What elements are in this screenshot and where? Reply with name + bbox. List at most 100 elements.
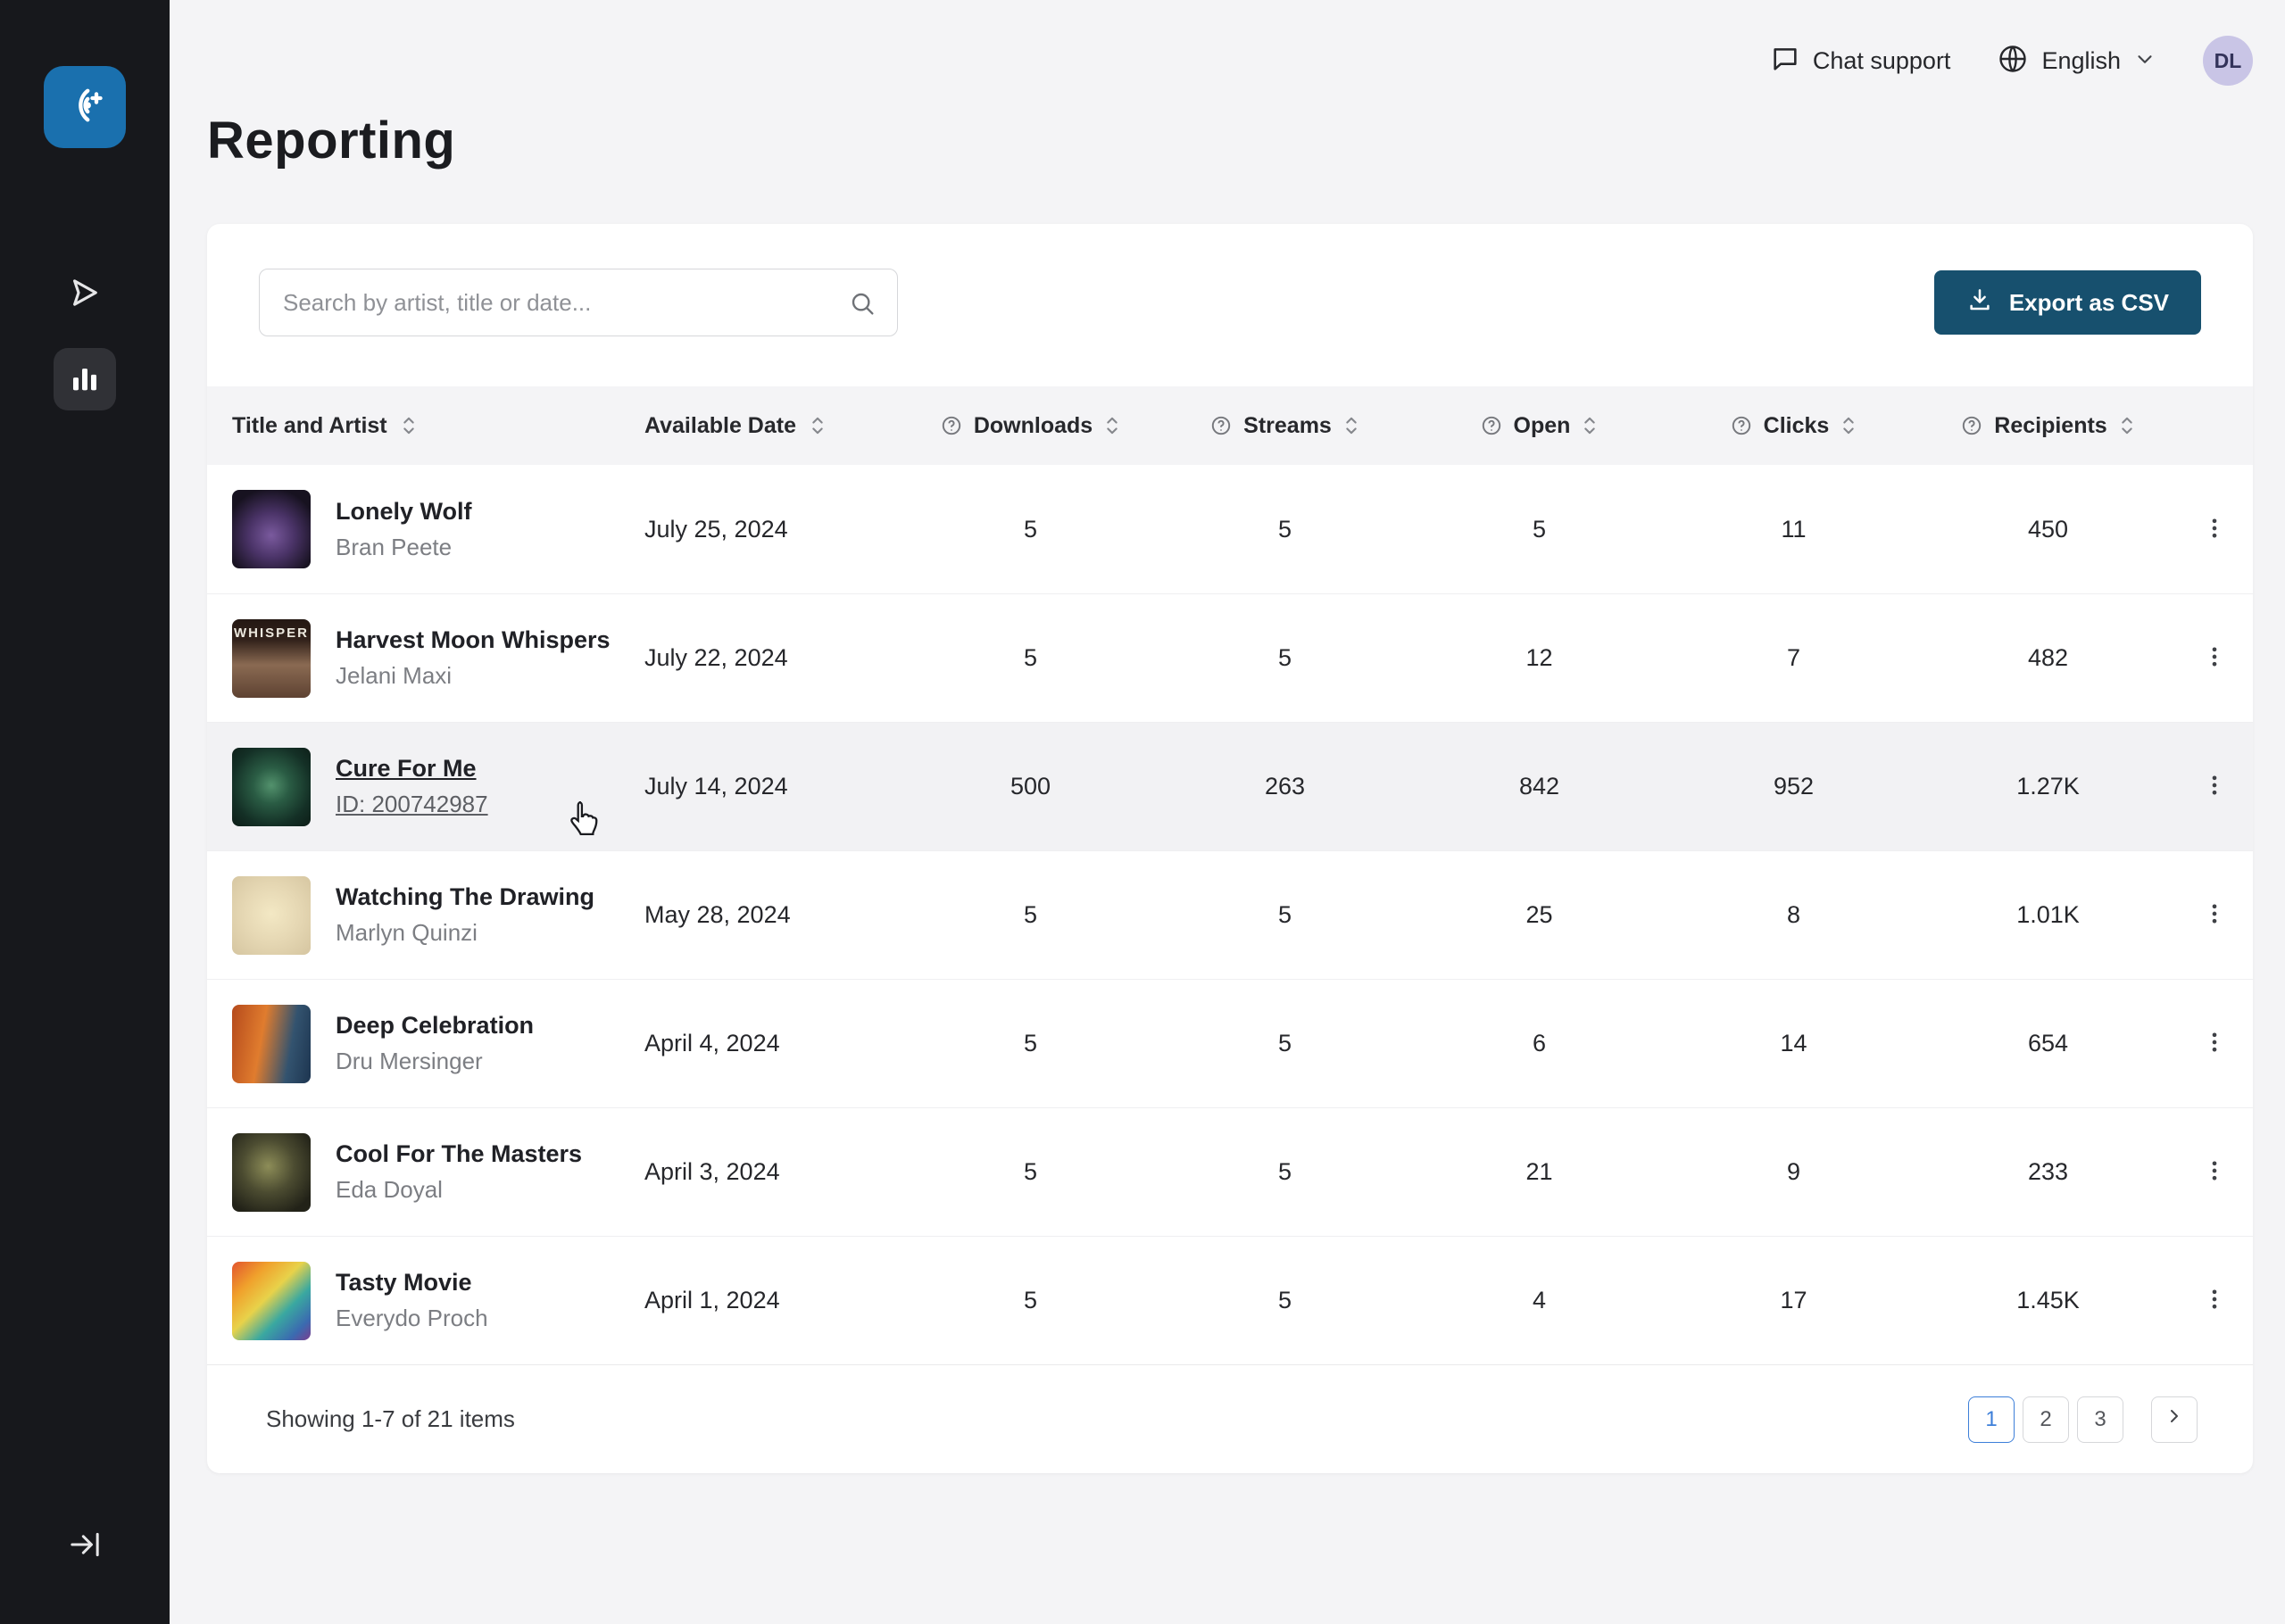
cell-open: 842 xyxy=(1412,773,1666,800)
cell-streams: 5 xyxy=(1158,1158,1412,1186)
album-art xyxy=(232,1133,311,1212)
export-csv-button[interactable]: Export as CSV xyxy=(1934,270,2201,335)
track-title[interactable]: Watching The Drawing xyxy=(336,883,594,911)
cell-date: May 28, 2024 xyxy=(644,901,903,929)
globe-icon xyxy=(1997,43,2029,79)
page-button-2[interactable]: 2 xyxy=(2023,1396,2069,1443)
help-circle-icon[interactable] xyxy=(1730,414,1753,437)
sort-icon[interactable] xyxy=(1103,413,1121,438)
kebab-icon xyxy=(2202,1287,2227,1314)
sidebar-item-reporting[interactable] xyxy=(54,348,116,410)
cell-downloads: 5 xyxy=(903,901,1158,929)
cell-recipients: 233 xyxy=(1921,1158,2175,1186)
app-logo[interactable] xyxy=(44,66,126,148)
table-row: Cool For The Masters Eda Doyal April 3, … xyxy=(207,1107,2253,1236)
column-label: Available Date xyxy=(644,413,796,439)
sort-icon[interactable] xyxy=(1342,413,1360,438)
table-row: Tasty Movie Everydo Proch April 1, 2024 … xyxy=(207,1236,2253,1364)
track-title-link[interactable]: Cure For Me xyxy=(336,755,488,783)
row-menu-button[interactable] xyxy=(2188,1146,2241,1199)
row-menu-button[interactable] xyxy=(2188,889,2241,942)
column-header-clicks: Clicks xyxy=(1666,413,1921,439)
column-label: Clicks xyxy=(1764,413,1830,439)
chat-support-button[interactable]: Chat support xyxy=(1770,44,1951,79)
cell-open: 6 xyxy=(1412,1030,1666,1057)
table-header: Title and Artist Available Date Downloa xyxy=(207,386,2253,465)
track-title[interactable]: Deep Celebration xyxy=(336,1012,534,1040)
row-menu-button[interactable] xyxy=(2188,632,2241,685)
search-input[interactable] xyxy=(259,269,898,336)
export-csv-label: Export as CSV xyxy=(2009,289,2169,317)
cell-downloads: 5 xyxy=(903,1287,1158,1314)
row-menu-button[interactable] xyxy=(2188,1017,2241,1071)
sort-icon[interactable] xyxy=(400,413,418,438)
next-page-button[interactable] xyxy=(2151,1396,2198,1443)
table-toolbar: Export as CSV xyxy=(207,224,2253,386)
avatar-initials: DL xyxy=(2214,49,2242,73)
download-icon xyxy=(1966,286,1993,319)
track-title[interactable]: Cool For The Masters xyxy=(336,1140,582,1168)
track-artist: Everydo Proch xyxy=(336,1305,488,1332)
cell-streams: 5 xyxy=(1158,1030,1412,1057)
table-row: Lonely Wolf Bran Peete July 25, 2024 5 5… xyxy=(207,465,2253,593)
track-id-link[interactable]: ID: 200742987 xyxy=(336,791,488,818)
help-circle-icon[interactable] xyxy=(1209,414,1233,437)
help-circle-icon[interactable] xyxy=(1960,414,1983,437)
cell-open: 25 xyxy=(1412,901,1666,929)
cell-recipients: 1.45K xyxy=(1921,1287,2175,1314)
logo-wave-icon xyxy=(62,82,108,133)
cell-clicks: 11 xyxy=(1666,516,1921,543)
kebab-icon xyxy=(2202,1158,2227,1186)
help-circle-icon[interactable] xyxy=(1480,414,1503,437)
kebab-icon xyxy=(2202,516,2227,543)
album-art xyxy=(232,490,311,568)
search-input-wrapper xyxy=(259,269,898,336)
reporting-card: Export as CSV Title and Artist Available… xyxy=(207,224,2253,1473)
help-circle-icon[interactable] xyxy=(940,414,963,437)
page-button-3[interactable]: 3 xyxy=(2077,1396,2123,1443)
sort-icon[interactable] xyxy=(1581,413,1599,438)
sidebar-item-send[interactable] xyxy=(54,262,116,325)
sidebar-nav xyxy=(54,262,116,410)
sort-icon[interactable] xyxy=(2118,413,2136,438)
cell-open: 21 xyxy=(1412,1158,1666,1186)
sort-icon[interactable] xyxy=(1840,413,1857,438)
album-art xyxy=(232,876,311,955)
cell-streams: 263 xyxy=(1158,773,1412,800)
column-header-open: Open xyxy=(1412,413,1666,439)
showing-items-text: Showing 1-7 of 21 items xyxy=(266,1405,515,1433)
album-art xyxy=(232,1262,311,1340)
cell-clicks: 8 xyxy=(1666,901,1921,929)
column-header-title-artist: Title and Artist xyxy=(207,413,644,439)
sidebar-collapse-button[interactable] xyxy=(58,1519,112,1572)
cell-downloads: 5 xyxy=(903,644,1158,672)
cell-downloads: 5 xyxy=(903,1158,1158,1186)
row-menu-button[interactable] xyxy=(2188,502,2241,556)
cell-recipients: 482 xyxy=(1921,644,2175,672)
table-row: Watching The Drawing Marlyn Quinzi May 2… xyxy=(207,850,2253,979)
track-title[interactable]: Tasty Movie xyxy=(336,1269,488,1297)
column-header-downloads: Downloads xyxy=(903,413,1158,439)
cell-downloads: 5 xyxy=(903,1030,1158,1057)
cell-downloads: 5 xyxy=(903,516,1158,543)
page-title: Reporting xyxy=(207,111,2253,170)
cell-date: July 25, 2024 xyxy=(644,516,903,543)
send-icon xyxy=(66,274,104,314)
album-art xyxy=(232,748,311,826)
cell-streams: 5 xyxy=(1158,1287,1412,1314)
main-content: Chat support English DL xyxy=(170,0,2285,1624)
cell-date: April 4, 2024 xyxy=(644,1030,903,1057)
sort-icon[interactable] xyxy=(809,413,827,438)
kebab-icon xyxy=(2202,773,2227,800)
column-label: Downloads xyxy=(974,413,1093,439)
track-title[interactable]: Lonely Wolf xyxy=(336,498,472,526)
page-button-1[interactable]: 1 xyxy=(1968,1396,2015,1443)
avatar[interactable]: DL xyxy=(2203,36,2253,86)
row-menu-button[interactable] xyxy=(2188,1274,2241,1328)
language-selector[interactable]: English xyxy=(1997,43,2156,79)
sidebar xyxy=(0,0,170,1624)
row-menu-button[interactable] xyxy=(2188,760,2241,814)
cell-clicks: 7 xyxy=(1666,644,1921,672)
track-artist: Eda Doyal xyxy=(336,1176,582,1204)
track-title[interactable]: Harvest Moon Whispers xyxy=(336,626,611,654)
